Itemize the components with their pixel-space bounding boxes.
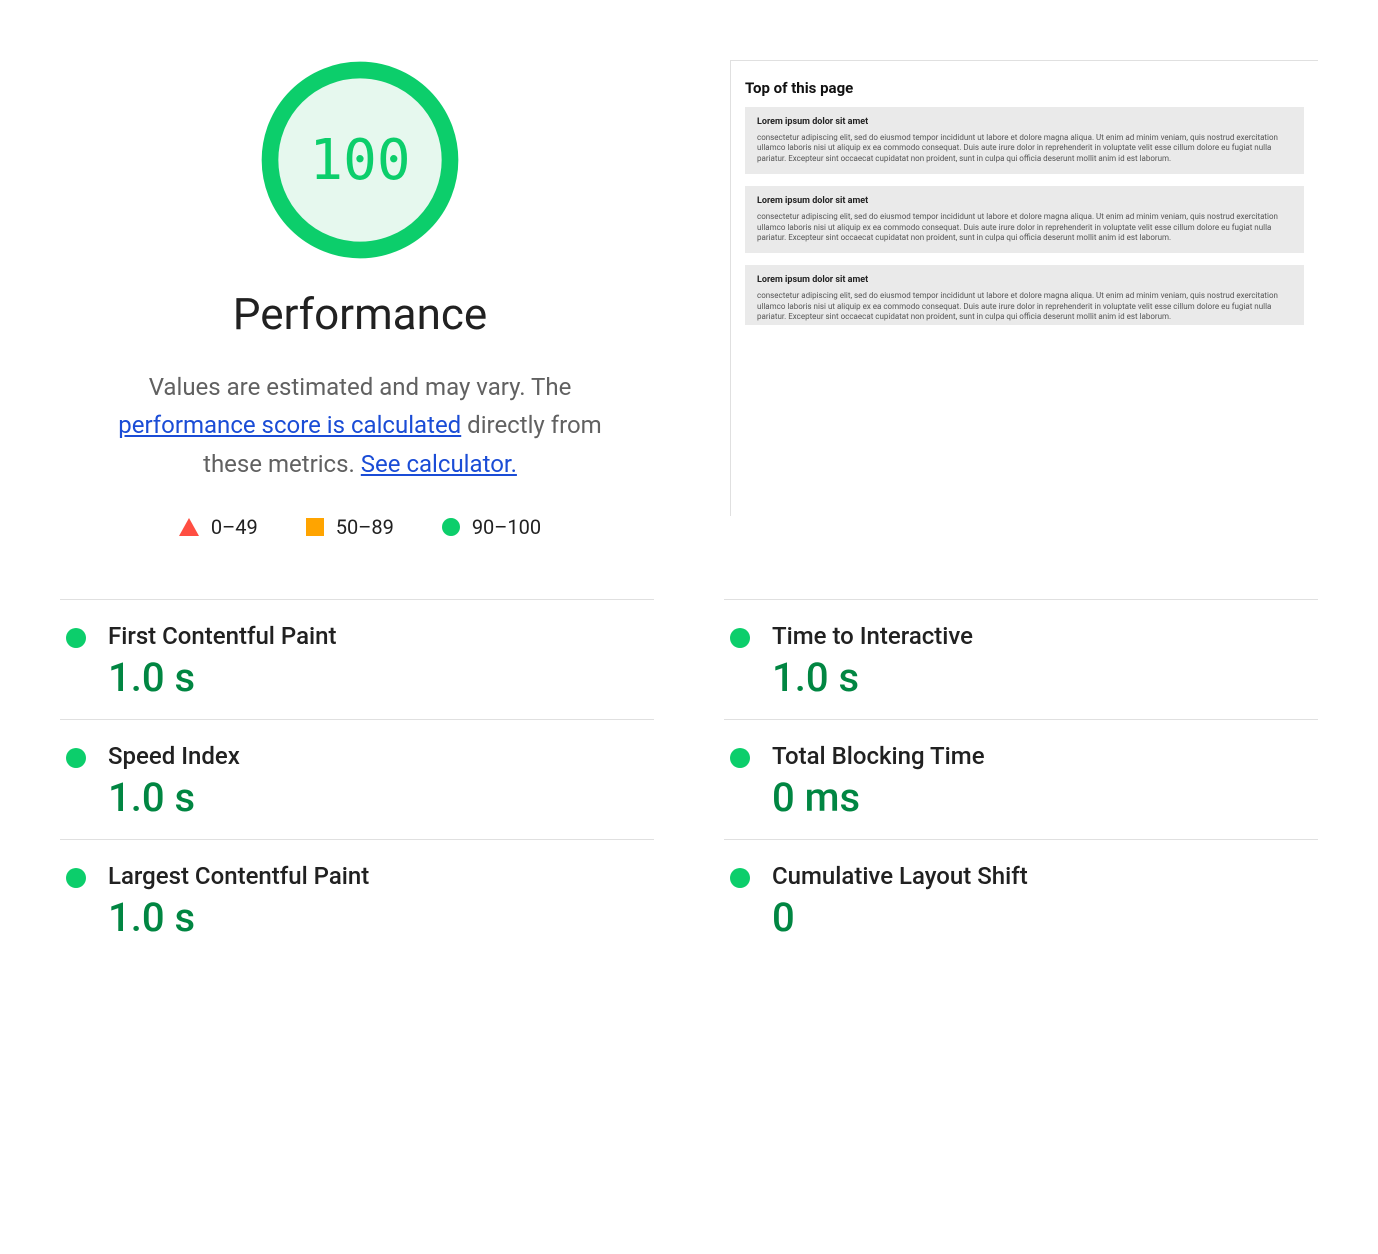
metric-value: 0 ms bbox=[772, 774, 1318, 821]
calculator-link[interactable]: See calculator. bbox=[361, 450, 517, 478]
metric-row: Total Blocking Time 0 ms bbox=[724, 719, 1318, 839]
metric-name: Largest Contentful Paint bbox=[108, 862, 654, 890]
score-legend: 0–49 50–89 90–100 bbox=[60, 515, 660, 539]
score-calc-link[interactable]: performance score is calculated bbox=[118, 411, 461, 439]
triangle-icon bbox=[179, 518, 199, 536]
metric-name: First Contentful Paint bbox=[108, 622, 654, 650]
score-description: Values are estimated and may vary. The p… bbox=[90, 368, 630, 483]
status-icon bbox=[730, 748, 750, 768]
status-icon bbox=[66, 868, 86, 888]
metric-value: 1.0 s bbox=[108, 774, 654, 821]
legend-pass: 90–100 bbox=[442, 515, 541, 539]
status-icon bbox=[730, 868, 750, 888]
metric-row: Time to Interactive 1.0 s bbox=[724, 599, 1318, 719]
category-title: Performance bbox=[60, 288, 660, 340]
legend-average: 50–89 bbox=[306, 515, 394, 539]
status-icon bbox=[66, 628, 86, 648]
metric-name: Time to Interactive bbox=[772, 622, 1318, 650]
metric-row: Largest Contentful Paint 1.0 s bbox=[60, 839, 654, 959]
metric-value: 1.0 s bbox=[108, 654, 654, 701]
metric-name: Cumulative Layout Shift bbox=[772, 862, 1318, 890]
thumbnail-block: Lorem ipsum dolor sit amet consectetur a… bbox=[745, 107, 1304, 174]
thumbnail-block: Lorem ipsum dolor sit amet consectetur a… bbox=[745, 186, 1304, 253]
metric-value: 1.0 s bbox=[772, 654, 1318, 701]
performance-gauge: 100 bbox=[260, 60, 460, 260]
thumbnail-title: Top of this page bbox=[745, 79, 1304, 97]
status-icon bbox=[66, 748, 86, 768]
status-icon bbox=[730, 628, 750, 648]
metric-value: 0 bbox=[772, 894, 1318, 941]
metric-row: First Contentful Paint 1.0 s bbox=[60, 599, 654, 719]
metric-name: Total Blocking Time bbox=[772, 742, 1318, 770]
page-screenshot-thumbnail: Top of this page Lorem ipsum dolor sit a… bbox=[730, 60, 1318, 516]
metric-row: Cumulative Layout Shift 0 bbox=[724, 839, 1318, 959]
circle-icon bbox=[442, 518, 460, 536]
thumbnail-block: Lorem ipsum dolor sit amet consectetur a… bbox=[745, 265, 1304, 325]
performance-score: 100 bbox=[260, 60, 460, 260]
metric-row: Speed Index 1.0 s bbox=[60, 719, 654, 839]
metric-value: 1.0 s bbox=[108, 894, 654, 941]
square-icon bbox=[306, 518, 324, 536]
metric-name: Speed Index bbox=[108, 742, 654, 770]
legend-fail: 0–49 bbox=[179, 515, 258, 539]
